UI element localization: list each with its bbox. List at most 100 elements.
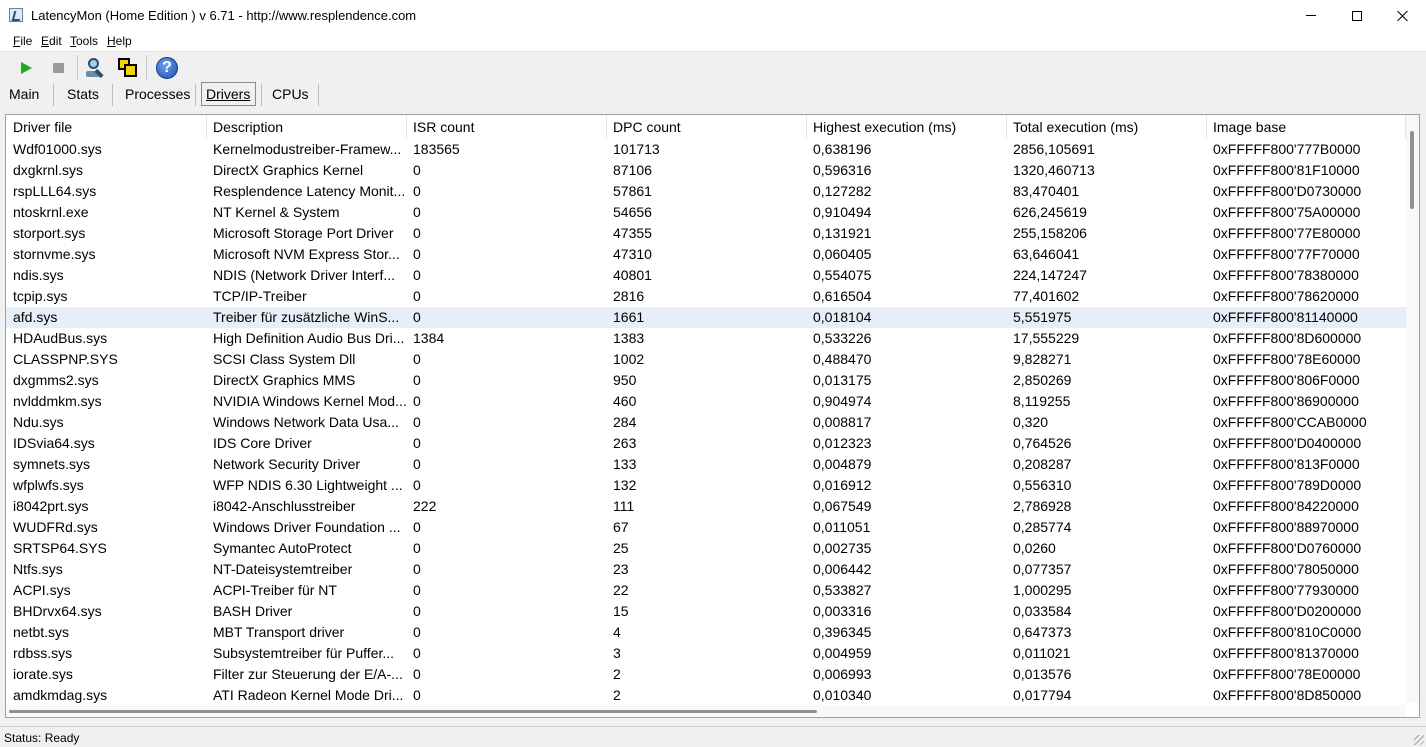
table-cell: TCP/IP-Treiber (213, 288, 307, 304)
table-row[interactable]: storport.sys Microsoft Storage Port Drive… (6, 223, 1406, 244)
table-cell: 47355 (613, 225, 652, 241)
resize-grip[interactable] (1414, 735, 1424, 745)
menu-tools[interactable]: Tools (70, 34, 98, 48)
column-header-image-base[interactable]: Image base (1207, 115, 1406, 139)
table-cell: 0,488470 (813, 351, 872, 367)
table-cell: NDIS (Network Driver Interf... (213, 267, 396, 283)
column-header-driver-file[interactable]: Driver file (7, 115, 207, 139)
horizontal-scroll-thumb[interactable] (9, 710, 817, 713)
table-cell: 0,017794 (1013, 687, 1072, 703)
column-header-isr-count[interactable]: ISR count (407, 115, 607, 139)
tab-label: CPUs (272, 86, 309, 102)
column-header-description[interactable]: Description (207, 115, 407, 139)
table-cell: 222 (413, 498, 437, 514)
table-cell: 0,910494 (813, 204, 872, 220)
table-row[interactable]: CLASSPNP.SYS SCSI Class System Dll 0 1002 0,… (6, 349, 1406, 370)
table-cell: 133 (613, 456, 637, 472)
tab-drivers[interactable]: Drivers (201, 82, 256, 106)
table-cell: Windows Driver Foundation ... (213, 519, 401, 535)
table-row[interactable]: tcpip.sys TCP/IP-Treiber 0 2816 0,616504 77,4… (6, 286, 1406, 307)
table-row[interactable]: dxgkrnl.sys DirectX Graphics Kernel 0 87106… (6, 160, 1406, 181)
table-row[interactable]: Ntfs.sys NT-Dateisystemtreiber 0 23 0,006442… (6, 559, 1406, 580)
table-cell: 0 (413, 456, 421, 472)
table-row[interactable]: netbt.sys MBT Transport driver 0 4 0,396345 0… (6, 622, 1406, 643)
tab-processes[interactable]: Processes (121, 82, 194, 106)
table-row[interactable]: ndis.sys NDIS (Network Driver Interf... 0 4… (6, 265, 1406, 286)
table-cell: 111 (613, 498, 635, 514)
table-row[interactable]: i8042prt.sys i8042-Anschlusstreiber 222 111… (6, 496, 1406, 517)
table-row[interactable]: IDSvia64.sys IDS Core Driver 0 263 0,012323 0… (6, 433, 1406, 454)
stop-button[interactable] (45, 55, 71, 81)
table-cell: 0,004959 (813, 645, 872, 661)
drivers-list[interactable]: Driver file Description ISR count DPC co… (5, 114, 1420, 718)
table-row[interactable]: symnets.sys Network Security Driver 0 133 0,… (6, 454, 1406, 475)
table-row[interactable]: Ndu.sys Windows Network Data Usa... 0 284 0,… (6, 412, 1406, 433)
table-cell: 0xFFFFF800'88970000 (1213, 519, 1359, 535)
table-cell: 0 (413, 351, 421, 367)
table-row[interactable]: ntoskrnl.exe NT Kernel & System 0 54656 0,91… (6, 202, 1406, 223)
title-bar: LatencyMon (Home Edition ) v 6.71 - http… (0, 0, 1426, 31)
table-row[interactable]: rdbss.sys Subsystemtreiber für Puffer... 0… (6, 643, 1406, 664)
table-cell: 47310 (613, 246, 652, 262)
column-header-dpc-count[interactable]: DPC count (607, 115, 807, 139)
table-row[interactable]: rspLLL64.sys Resplendence Latency Monit..… (6, 181, 1406, 202)
table-cell: 0 (413, 246, 421, 262)
close-button[interactable] (1380, 0, 1426, 31)
table-cell: 77,401602 (1013, 288, 1080, 304)
table-cell: 2816 (613, 288, 645, 304)
column-header-total-execution[interactable]: Total execution (ms) (1007, 115, 1207, 139)
table-row[interactable]: nvlddmkm.sys NVIDIA Windows Kernel Mod...… (6, 391, 1406, 412)
table-cell: 0 (413, 204, 421, 220)
table-cell: 183565 (413, 141, 460, 157)
column-header-highest-execution[interactable]: Highest execution (ms) (807, 115, 1007, 139)
table-cell: tcpip.sys (13, 288, 68, 304)
table-row[interactable]: SRTSP64.SYS Symantec AutoProtect 0 25 0,0027… (6, 538, 1406, 559)
menu-help[interactable]: Help (107, 34, 132, 48)
table-cell: 0xFFFFF800'D0200000 (1213, 603, 1362, 619)
table-cell: 22 (613, 582, 629, 598)
table-row[interactable]: amdkmdag.sys ATI Radeon Kernel Mode Dri..… (6, 685, 1406, 706)
table-cell: 0xFFFFF800'806F0000 (1213, 372, 1360, 388)
table-row[interactable]: Wdf01000.sys Kernelmodustreiber-Framew...… (6, 139, 1406, 160)
table-cell: 0,060405 (813, 246, 872, 262)
menu-bar: File Edit Tools Help (0, 31, 1426, 52)
table-row[interactable]: stornvme.sys Microsoft NVM Express Stor..… (6, 244, 1406, 265)
tab-cpus[interactable]: CPUs (268, 82, 313, 106)
table-cell: Microsoft Storage Port Driver (213, 225, 394, 241)
table-cell: 0xFFFFF800'8D600000 (1213, 330, 1362, 346)
table-row[interactable]: ACPI.sys ACPI-Treiber für NT 0 22 0,533827 1,… (6, 580, 1406, 601)
table-cell: 0,554075 (813, 267, 872, 283)
table-row[interactable]: dxgmms2.sys DirectX Graphics MMS 0 950 0,013… (6, 370, 1406, 391)
windows-button[interactable] (115, 55, 141, 81)
tab-main[interactable]: Main (5, 82, 43, 106)
table-cell: 0xFFFFF800'81370000 (1213, 645, 1359, 661)
table-cell: 626,245619 (1013, 204, 1087, 220)
help-button[interactable]: ? (154, 55, 180, 81)
table-row[interactable]: wfplwfs.sys WFP NDIS 6.30 Lightweight ...… (6, 475, 1406, 496)
table-cell: 54656 (613, 204, 652, 220)
menu-file[interactable]: File (13, 34, 32, 48)
search-drivers-button[interactable] (83, 55, 109, 81)
vertical-scroll-thumb[interactable] (1410, 131, 1414, 209)
table-row[interactable]: iorate.sys Filter zur Steuerung der E/A-.… (6, 664, 1406, 685)
table-cell: 0,638196 (813, 141, 872, 157)
table-cell: Subsystemtreiber für Puffer... (213, 645, 395, 661)
table-cell: Kernelmodustreiber-Framew... (213, 141, 402, 157)
status-text: Status: Ready (4, 731, 80, 745)
vertical-scrollbar[interactable] (1406, 115, 1419, 703)
table-cell: 0,131921 (813, 225, 872, 241)
table-row[interactable]: afd.sys Treiber für zusätzliche WinS... 0 1… (6, 307, 1406, 328)
menu-edit[interactable]: Edit (41, 34, 62, 48)
table-row[interactable]: HDAudBus.sys High Definition Audio Bus Dr… (6, 328, 1406, 349)
table-row[interactable]: WUDFRd.sys Windows Driver Foundation ... 0… (6, 517, 1406, 538)
horizontal-scrollbar[interactable] (6, 705, 1406, 717)
app-icon[interactable] (9, 8, 23, 22)
table-cell: wfplwfs.sys (13, 477, 84, 493)
maximize-button[interactable] (1334, 0, 1380, 31)
minimize-button[interactable] (1288, 0, 1334, 31)
table-row[interactable]: BHDrvx64.sys BASH Driver 0 15 0,003316 0,0335… (6, 601, 1406, 622)
start-button[interactable] (13, 55, 39, 81)
table-cell: 0xFFFFF800'78050000 (1213, 561, 1359, 577)
table-cell: Ndu.sys (13, 414, 64, 430)
tab-stats[interactable]: Stats (63, 82, 103, 106)
